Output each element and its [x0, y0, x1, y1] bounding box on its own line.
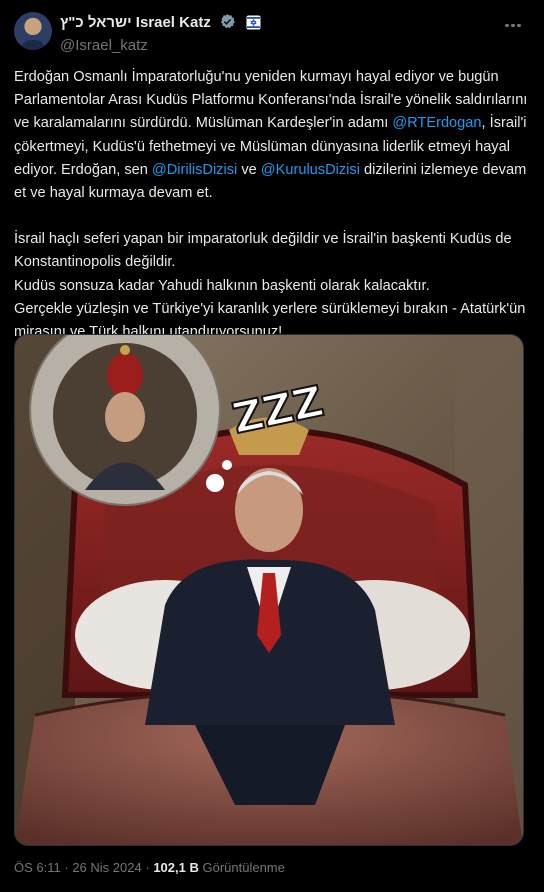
- separator: ·: [64, 860, 69, 875]
- view-count: 102,1 B: [153, 860, 199, 875]
- mention-link[interactable]: @RTErdogan: [392, 115, 481, 131]
- verified-badge-icon: [219, 13, 236, 35]
- paragraph-1: Erdoğan Osmanlı İmparatorluğu'nu yeniden…: [14, 66, 530, 205]
- tweet: ישראל כ"ץ Israel Katz @Israel_katz Erdoğ…: [0, 0, 544, 892]
- tweet-meta: ÖS 6:11 · 26 Nis 2024 · 102,1 B Görüntül…: [14, 860, 285, 875]
- mention-link[interactable]: @KurulusDizisi: [261, 162, 360, 178]
- tweet-text: Erdoğan Osmanlı İmparatorluğu'nu yeniden…: [14, 66, 530, 344]
- avatar[interactable]: [14, 12, 52, 50]
- views-label: Görüntülenme: [202, 860, 285, 875]
- tweet-header: ישראל כ"ץ Israel Katz @Israel_katz: [14, 12, 530, 54]
- post-time[interactable]: ÖS 6:11: [14, 860, 61, 875]
- mention-link[interactable]: @DirilisDizisi: [152, 162, 237, 178]
- author-names: ישראל כ"ץ Israel Katz @Israel_katz: [60, 13, 261, 54]
- more-options-icon[interactable]: [504, 14, 526, 34]
- paragraph-2: İsrail haçlı seferi yapan bir imparatorl…: [14, 231, 512, 271]
- illustration: ZZZ: [15, 335, 523, 845]
- affiliation-flag-icon[interactable]: [246, 15, 261, 35]
- separator: ·: [145, 860, 150, 875]
- paragraph-3: Kudüs sonsuza kadar Yahudi halkının başk…: [14, 277, 430, 294]
- author-handle[interactable]: @Israel_katz: [60, 37, 261, 54]
- text-segment: ve: [237, 161, 261, 178]
- post-date[interactable]: 26 Nis 2024: [72, 860, 141, 875]
- author-display-name[interactable]: ישראל כ"ץ Israel Katz: [60, 14, 211, 31]
- tweet-image[interactable]: ZZZ: [14, 334, 524, 846]
